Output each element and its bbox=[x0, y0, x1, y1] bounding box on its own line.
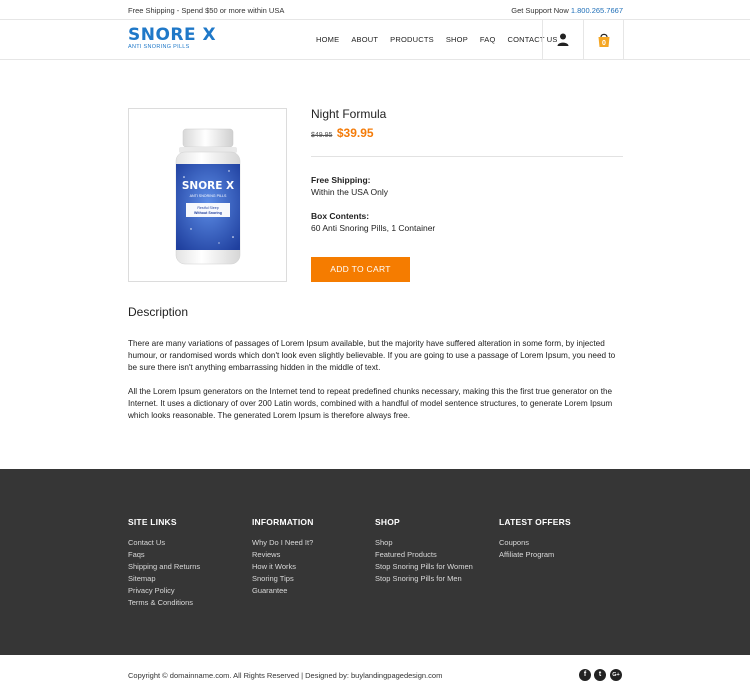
google-plus-icon[interactable]: G+ bbox=[610, 669, 622, 681]
site-footer: SITE LINKS Contact Us Faqs Shipping and … bbox=[0, 469, 750, 655]
nav-shop[interactable]: SHOP bbox=[446, 35, 468, 44]
footer-col-title: SITE LINKS bbox=[128, 517, 177, 527]
footer-link[interactable]: Contact Us bbox=[128, 537, 200, 549]
shopping-cart-icon[interactable]: 0 bbox=[597, 32, 611, 48]
footer-link[interactable]: Stop Snoring Pills for Men bbox=[375, 573, 473, 585]
copyright-text: Copyright © domainname.com. All Rights R… bbox=[128, 671, 443, 680]
logo[interactable]: SNORE X ANTI SNORING PILLS bbox=[128, 25, 217, 51]
cart-count: 0 bbox=[602, 40, 606, 47]
footer-link[interactable]: Shop bbox=[375, 537, 473, 549]
product-image: SNORE X ANTI SNORING PILLS Restful Sleep… bbox=[128, 108, 287, 282]
footer-col-latest-offers: LATEST OFFERS Coupons Affiliate Program bbox=[499, 517, 571, 561]
footer-link[interactable]: Affiliate Program bbox=[499, 549, 571, 561]
product-price: $49.95 $39.95 bbox=[311, 124, 374, 142]
footer-link[interactable]: How it Works bbox=[252, 561, 314, 573]
bottle-line-2: Without Snoring bbox=[194, 211, 222, 215]
shipping-notice: Free Shipping - Spend $50 or more within… bbox=[128, 6, 285, 15]
support-label: Get Support Now bbox=[511, 6, 569, 15]
product-title: Night Formula bbox=[311, 107, 387, 121]
description-paragraph-2: All the Lorem Ipsum generators on the In… bbox=[128, 387, 613, 420]
copyright-bar: Copyright © domainname.com. All Rights R… bbox=[0, 655, 750, 695]
support-contact: Get Support Now 1.800.265.7667 bbox=[511, 6, 623, 15]
pill-bottle-image: SNORE X ANTI SNORING PILLS Restful Sleep… bbox=[175, 128, 241, 265]
footer-col-information: INFORMATION Why Do I Need It? Reviews Ho… bbox=[252, 517, 314, 597]
bottle-tagline: ANTI SNORING PILLS bbox=[190, 194, 227, 198]
footer-link[interactable]: Faqs bbox=[128, 549, 200, 561]
description-heading: Description bbox=[128, 305, 189, 319]
nav-faq[interactable]: FAQ bbox=[480, 35, 496, 44]
bottle-line-1: Restful Sleep bbox=[197, 206, 218, 210]
box-contents-info: Box Contents: 60 Anti Snoring Pills, 1 C… bbox=[311, 210, 435, 234]
logo-brand: SNORE X bbox=[128, 25, 217, 45]
footer-link[interactable]: Sitemap bbox=[128, 573, 200, 585]
box-contents-label: Box Contents: bbox=[311, 211, 370, 221]
header-divider bbox=[583, 20, 584, 60]
shipping-info: Free Shipping: Within the USA Only bbox=[311, 174, 388, 198]
header-divider bbox=[623, 20, 624, 60]
add-to-cart-button[interactable]: ADD TO CART bbox=[311, 257, 410, 282]
phone-link[interactable]: 1.800.265.7667 bbox=[571, 6, 623, 15]
shipping-label: Free Shipping: bbox=[311, 175, 371, 185]
twitter-icon[interactable]: t bbox=[594, 669, 606, 681]
footer-link[interactable]: Terms & Conditions bbox=[128, 597, 200, 609]
site-header: SNORE X ANTI SNORING PILLS HOME ABOUT PR… bbox=[0, 20, 750, 60]
footer-link[interactable]: Why Do I Need It? bbox=[252, 537, 314, 549]
footer-link[interactable]: Featured Products bbox=[375, 549, 473, 561]
footer-col-shop: SHOP Shop Featured Products Stop Snoring… bbox=[375, 517, 473, 585]
footer-link[interactable]: Coupons bbox=[499, 537, 571, 549]
footer-link[interactable]: Guarantee bbox=[252, 585, 314, 597]
bottle-brand: SNORE X bbox=[182, 180, 234, 192]
footer-link[interactable]: Reviews bbox=[252, 549, 314, 561]
footer-col-site-links: SITE LINKS Contact Us Faqs Shipping and … bbox=[128, 517, 200, 609]
footer-link[interactable]: Snoring Tips bbox=[252, 573, 314, 585]
main-nav: HOME ABOUT PRODUCTS SHOP FAQ CONTACT US bbox=[316, 35, 570, 44]
divider bbox=[311, 156, 623, 157]
footer-col-title: SHOP bbox=[375, 517, 400, 527]
top-bar: Free Shipping - Spend $50 or more within… bbox=[0, 0, 750, 20]
footer-link[interactable]: Stop Snoring Pills for Women bbox=[375, 561, 473, 573]
old-price: $49.95 bbox=[311, 132, 333, 139]
footer-col-title: INFORMATION bbox=[252, 517, 314, 527]
footer-col-title: LATEST OFFERS bbox=[499, 517, 571, 527]
footer-link[interactable]: Privacy Policy bbox=[128, 585, 200, 597]
header-divider bbox=[542, 20, 543, 60]
box-contents-value: 60 Anti Snoring Pills, 1 Container bbox=[311, 223, 436, 233]
footer-link[interactable]: Shipping and Returns bbox=[128, 561, 200, 573]
facebook-icon[interactable]: f bbox=[579, 669, 591, 681]
sale-price: $39.95 bbox=[336, 126, 374, 140]
nav-contact-us[interactable]: CONTACT US bbox=[508, 35, 558, 44]
nav-products[interactable]: PRODUCTS bbox=[390, 35, 434, 44]
description-paragraph-1: There are many variations of passages of… bbox=[128, 339, 616, 372]
nav-home[interactable]: HOME bbox=[316, 35, 339, 44]
shipping-value: Within the USA Only bbox=[311, 187, 389, 197]
nav-about[interactable]: ABOUT bbox=[351, 35, 378, 44]
user-account-icon[interactable] bbox=[557, 33, 569, 46]
